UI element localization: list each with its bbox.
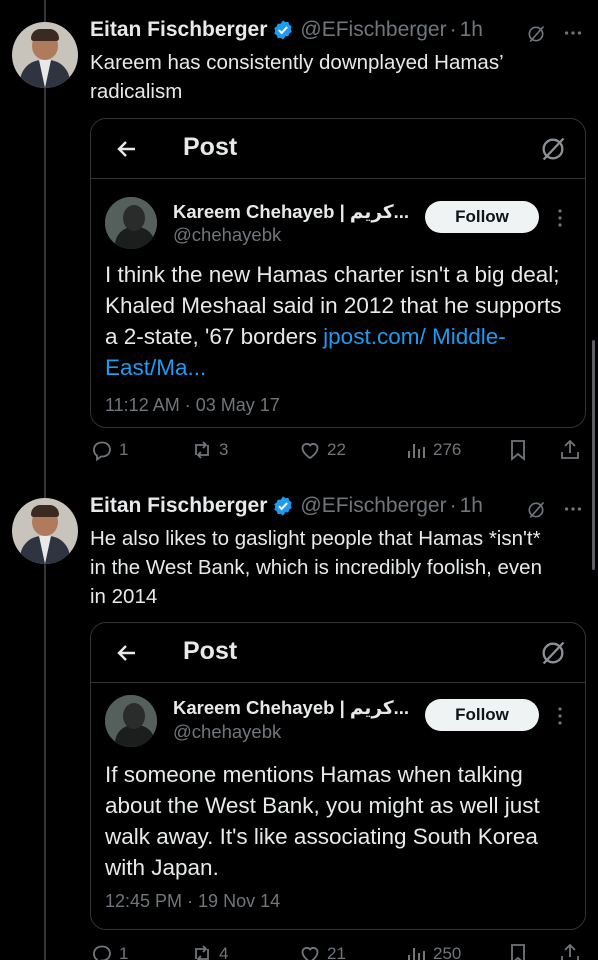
action-bar: 1 3 22 276 bbox=[90, 438, 586, 464]
reply-count: 1 bbox=[119, 440, 129, 459]
grok-icon[interactable] bbox=[539, 639, 567, 667]
repost-icon bbox=[195, 945, 209, 960]
share-icon bbox=[561, 439, 579, 459]
bookmark-icon bbox=[511, 440, 525, 461]
author-name[interactable]: Eitan Fischberger bbox=[90, 494, 267, 518]
card-header: Post bbox=[91, 623, 585, 683]
more-icon[interactable] bbox=[562, 498, 584, 520]
author-handle[interactable]: @EFischberger bbox=[300, 18, 446, 42]
quoted-author-handle[interactable]: @chehayebk bbox=[173, 224, 281, 246]
reply-icon bbox=[93, 441, 111, 462]
more-icon[interactable] bbox=[562, 22, 584, 44]
more-icon[interactable] bbox=[553, 705, 567, 727]
verified-badge-icon bbox=[274, 496, 293, 516]
quoted-timestamp[interactable]: 12:45 PM · 19 Nov 14 bbox=[105, 891, 280, 912]
tweet[interactable]: Eitan Fischberger @EFischberger · 1h He … bbox=[0, 490, 598, 960]
views-count: 276 bbox=[433, 440, 462, 459]
tweet-text: He also likes to gaslight people that Ha… bbox=[90, 527, 542, 608]
repost-count: 3 bbox=[219, 440, 229, 459]
quoted-author-name[interactable]: Kareem Chehayeb | كريم... bbox=[173, 201, 409, 223]
card-title: Post bbox=[183, 637, 238, 665]
tweet-header: Eitan Fischberger @EFischberger · 1h bbox=[90, 18, 483, 42]
post-time[interactable]: 1h bbox=[460, 494, 483, 518]
more-icon[interactable] bbox=[553, 207, 567, 229]
like-count: 21 bbox=[327, 944, 346, 960]
views-button[interactable]: 250 bbox=[404, 942, 461, 960]
quoted-post-card[interactable]: Post Kareem Chehayeb | كريم... @chehayeb… bbox=[90, 118, 586, 428]
quoted-text: If someone mentions Hamas when talking a… bbox=[105, 759, 573, 883]
share-button[interactable] bbox=[558, 438, 587, 462]
verified-badge-icon bbox=[274, 20, 293, 40]
tweet-header: Eitan Fischberger @EFischberger · 1h bbox=[90, 494, 483, 518]
like-icon bbox=[301, 443, 319, 460]
views-button[interactable]: 276 bbox=[404, 438, 461, 462]
quoted-timestamp[interactable]: 11:12 AM · 03 May 17 bbox=[105, 395, 280, 416]
separator-dot: · bbox=[449, 494, 457, 517]
grok-icon[interactable] bbox=[526, 24, 546, 44]
follow-button[interactable]: Follow bbox=[425, 699, 539, 731]
avatar[interactable] bbox=[105, 197, 157, 249]
tweet-text: Kareem has consistently downplayed Hamas… bbox=[90, 51, 503, 103]
bookmark-button[interactable] bbox=[506, 942, 535, 960]
reply-count: 1 bbox=[119, 944, 129, 960]
back-arrow-icon[interactable] bbox=[115, 641, 139, 665]
bookmark-button[interactable] bbox=[506, 438, 535, 462]
like-button[interactable]: 21 bbox=[298, 942, 346, 960]
quoted-text: I think the new Hamas charter isn't a bi… bbox=[105, 259, 573, 383]
grok-icon[interactable] bbox=[526, 500, 546, 520]
like-button[interactable]: 22 bbox=[298, 438, 346, 462]
avatar[interactable] bbox=[12, 22, 78, 88]
views-count: 250 bbox=[433, 944, 462, 960]
bookmark-icon bbox=[511, 944, 525, 960]
reply-button[interactable]: 1 bbox=[90, 438, 128, 462]
reply-button[interactable]: 1 bbox=[90, 942, 128, 960]
avatar[interactable] bbox=[105, 695, 157, 747]
quoted-author-handle[interactable]: @chehayebk bbox=[173, 721, 281, 743]
quoted-post-card[interactable]: Post Kareem Chehayeb | كريم... @chehayeb… bbox=[90, 622, 586, 930]
separator-dot: · bbox=[449, 18, 457, 41]
author-name[interactable]: Eitan Fischberger bbox=[90, 18, 267, 42]
repost-icon bbox=[195, 441, 209, 459]
grok-icon[interactable] bbox=[539, 135, 567, 163]
post-time[interactable]: 1h bbox=[460, 18, 483, 42]
like-icon bbox=[301, 947, 319, 960]
reply-icon bbox=[93, 945, 111, 960]
repost-count: 4 bbox=[219, 944, 229, 960]
share-button[interactable] bbox=[558, 942, 587, 960]
card-header: Post bbox=[91, 119, 585, 179]
share-icon bbox=[561, 943, 579, 960]
action-bar: 1 4 21 250 bbox=[90, 942, 586, 960]
repost-button[interactable]: 4 bbox=[190, 942, 228, 960]
author-handle[interactable]: @EFischberger bbox=[300, 494, 446, 518]
avatar[interactable] bbox=[12, 498, 78, 564]
views-icon bbox=[408, 948, 425, 960]
card-title: Post bbox=[183, 133, 238, 161]
back-arrow-icon[interactable] bbox=[115, 137, 139, 161]
tweet[interactable]: Eitan Fischberger @EFischberger · 1h Kar… bbox=[0, 0, 598, 490]
quoted-author-name[interactable]: Kareem Chehayeb | كريم... bbox=[173, 697, 409, 719]
views-icon bbox=[408, 444, 425, 458]
like-count: 22 bbox=[327, 440, 346, 459]
repost-button[interactable]: 3 bbox=[190, 438, 228, 462]
follow-button[interactable]: Follow bbox=[425, 201, 539, 233]
quoted-text-body: If someone mentions Hamas when talking a… bbox=[105, 762, 540, 880]
